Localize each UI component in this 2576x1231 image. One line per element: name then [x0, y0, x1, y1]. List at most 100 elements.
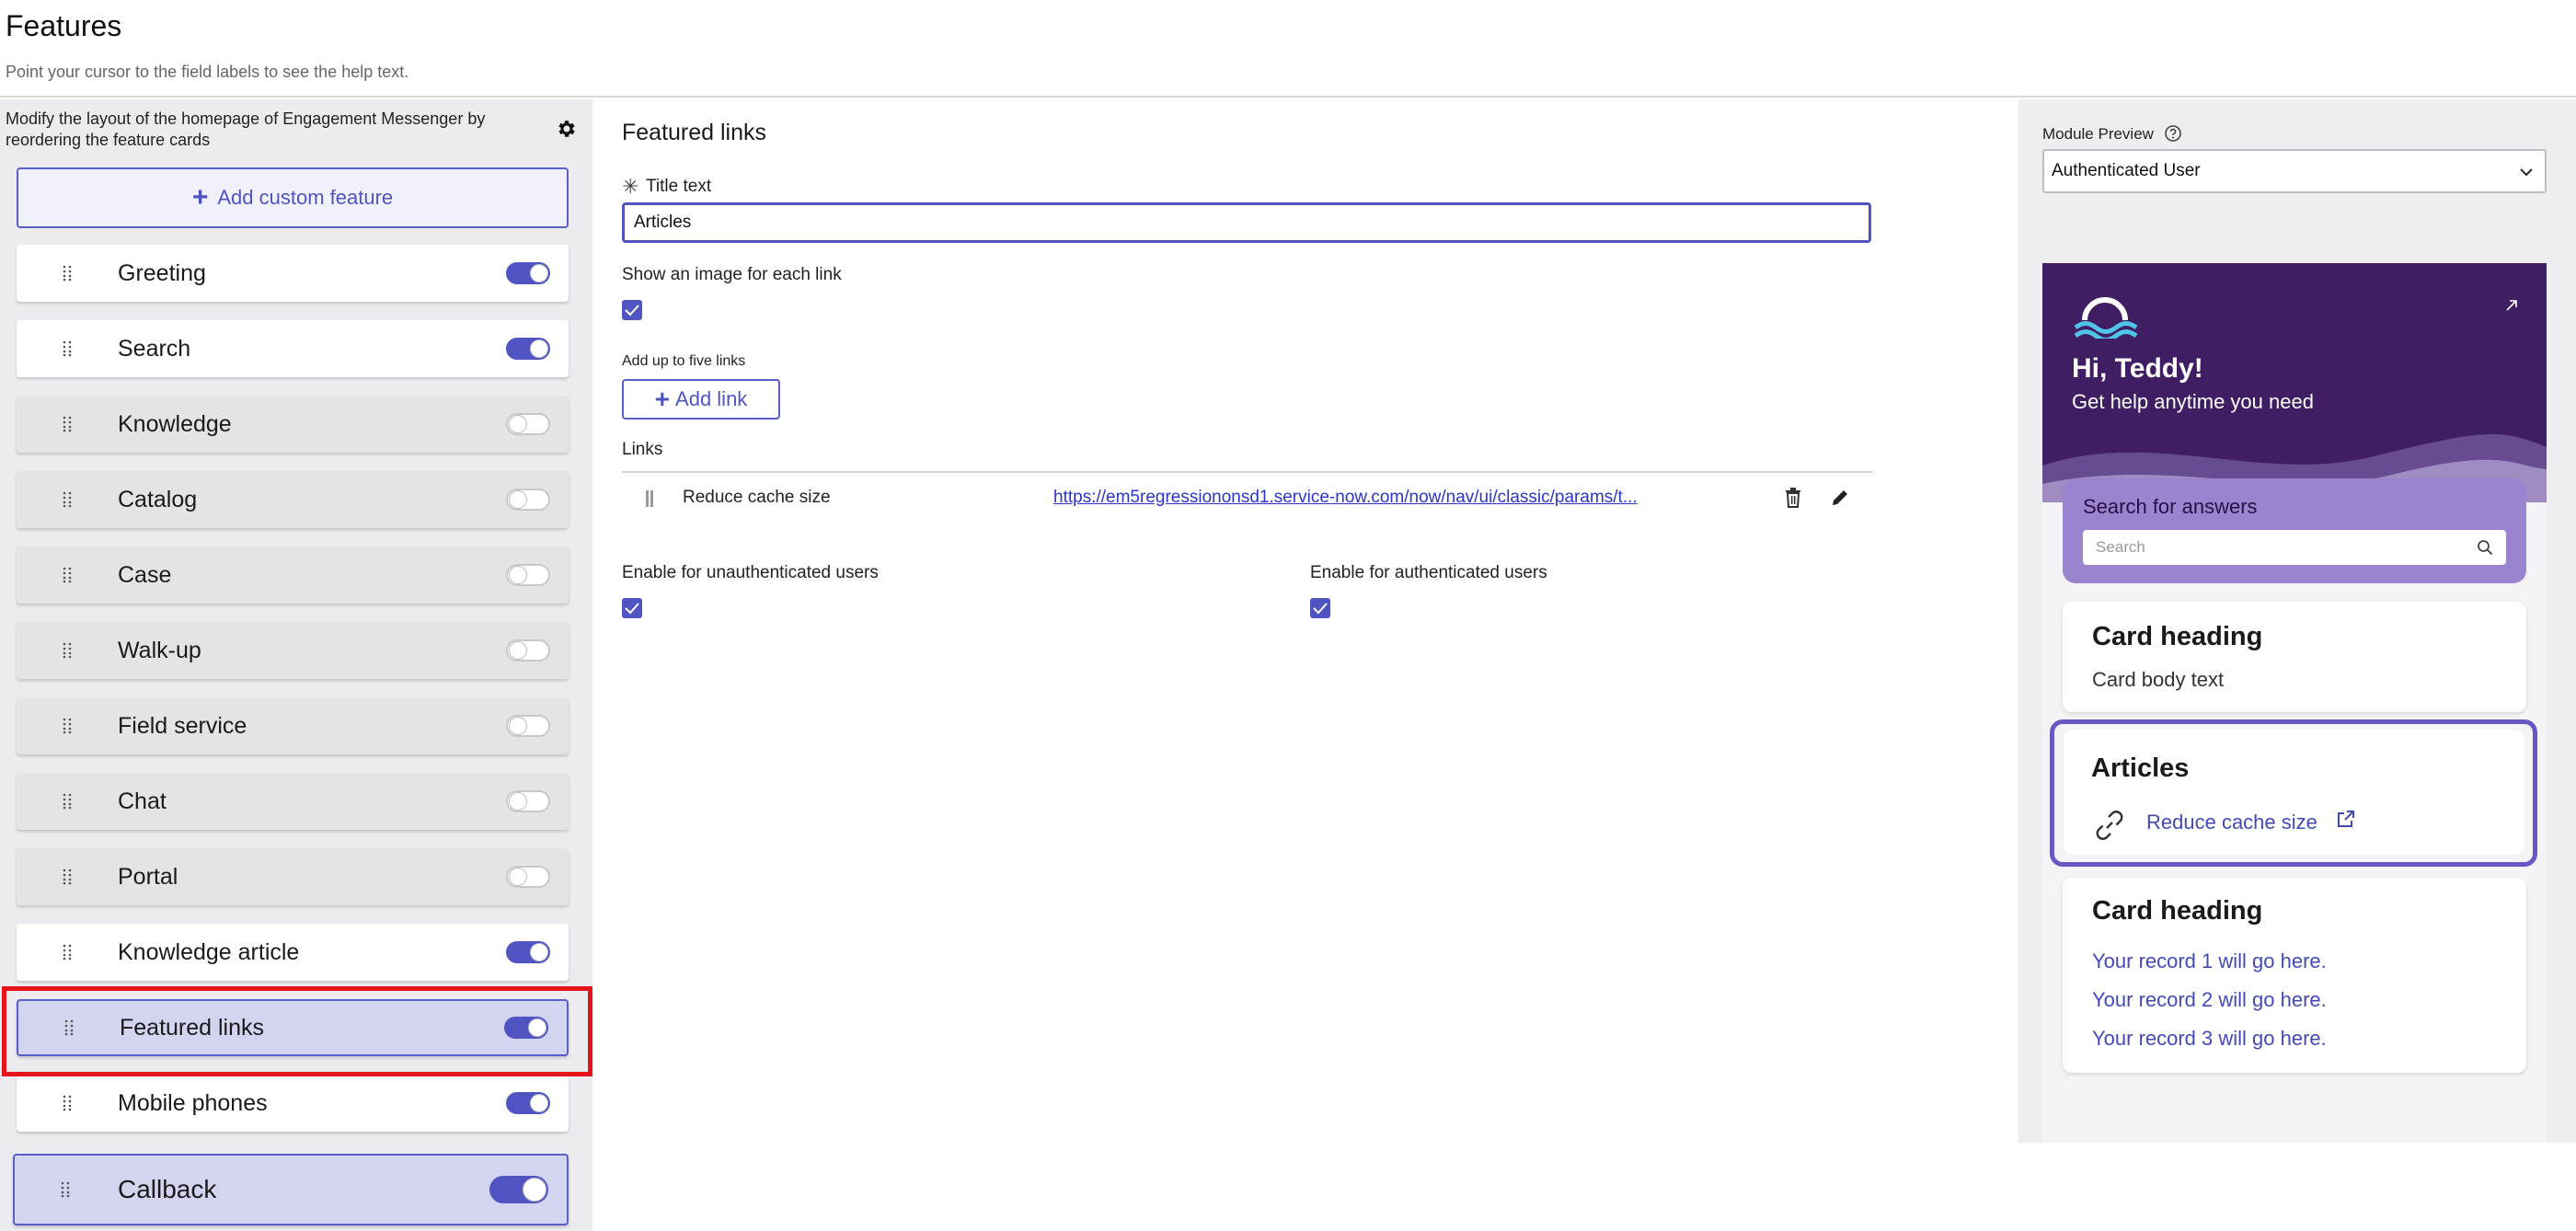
feature-toggle[interactable]: [506, 866, 550, 888]
preview-search-card: Search for answers Search: [2063, 478, 2526, 583]
plus-icon: +: [654, 385, 671, 413]
logo-icon: [2074, 297, 2138, 339]
drag-handle-icon[interactable]: [63, 1095, 74, 1111]
feature-label: Callback: [118, 1175, 217, 1203]
toggle-knob: [509, 868, 527, 886]
preview-hero: Hi, Teddy! Get help anytime you need: [2042, 263, 2547, 502]
feature-toggle[interactable]: [506, 639, 550, 662]
feature-label: Walk-up: [118, 637, 201, 663]
title-text-input[interactable]: [622, 202, 1871, 243]
page-subtitle: Point your cursor to the field labels to…: [6, 63, 409, 81]
drag-handle-icon[interactable]: [63, 718, 74, 734]
toggle-knob: [530, 943, 548, 961]
link-row-url[interactable]: https://em5regressiononsd1.service-now.c…: [1053, 488, 1638, 508]
pencil-icon[interactable]: [1831, 489, 1849, 507]
preview-articles-card: Articles Reduce cache size: [2050, 719, 2537, 867]
show-image-label: Show an image for each link: [622, 265, 842, 284]
toggle-knob: [528, 1018, 546, 1037]
feature-label: Chat: [118, 788, 167, 814]
help-icon[interactable]: [2164, 124, 2182, 143]
feature-card-featured-links[interactable]: Featured links: [17, 999, 569, 1056]
module-preview-panel: Module Preview Authenticated User Hi, Te…: [2018, 99, 2576, 1143]
drag-handle-icon[interactable]: [63, 642, 74, 659]
preview-search-placeholder: Search: [2096, 538, 2145, 556]
preview-record[interactable]: Your record 2 will go here.: [2092, 988, 2327, 1012]
drag-handle-icon[interactable]: [63, 793, 74, 810]
drag-handle-icon[interactable]: [63, 416, 74, 432]
feature-toggle[interactable]: [506, 715, 550, 737]
preview-search-title: Search for answers: [2083, 495, 2258, 518]
drag-handle-icon[interactable]: [63, 869, 74, 885]
feature-toggle[interactable]: [506, 941, 550, 963]
link-row-label: Reduce cache size: [683, 488, 831, 507]
drag-handle-icon[interactable]: [61, 1181, 72, 1198]
drag-handle-icon[interactable]: [64, 1019, 75, 1036]
feature-toggle[interactable]: [506, 790, 550, 812]
add-custom-feature-button[interactable]: + Add custom feature: [17, 167, 569, 228]
add-links-hint: Add up to five links: [622, 353, 746, 369]
module-preview-label: Module Preview: [2042, 125, 2154, 143]
preview-search-input[interactable]: Search: [2083, 530, 2506, 565]
show-image-checkbox[interactable]: [622, 300, 642, 320]
toggle-knob: [509, 641, 527, 660]
plus-icon: +: [191, 182, 209, 213]
user-type-select[interactable]: Authenticated User: [2042, 149, 2547, 193]
toggle-knob: [509, 792, 527, 811]
feature-toggle[interactable]: [506, 1092, 550, 1114]
add-custom-feature-label: Add custom feature: [217, 186, 394, 209]
drag-handle-icon[interactable]: [63, 265, 74, 282]
feature-card-search[interactable]: Search: [17, 320, 569, 377]
feature-card-portal[interactable]: Portal: [17, 848, 569, 905]
feature-card-chat[interactable]: Chat: [17, 773, 569, 830]
preview-article-link[interactable]: Reduce cache size: [2146, 811, 2317, 834]
feature-card-greeting[interactable]: Greeting: [17, 245, 569, 302]
drag-handle-icon[interactable]: [63, 491, 74, 508]
preview-records-heading: Card heading: [2092, 896, 2263, 926]
preview-record[interactable]: Your record 3 will go here.: [2092, 1027, 2327, 1051]
feature-toggle[interactable]: [506, 262, 550, 284]
gear-icon[interactable]: [556, 118, 578, 140]
preview-card: Card heading Card body text: [2063, 602, 2526, 712]
page-header: Features Point your cursor to the field …: [0, 0, 2576, 98]
title-text-label: Title text: [646, 177, 712, 196]
feature-label: Search: [118, 335, 191, 362]
drag-handle-icon[interactable]: [63, 944, 74, 961]
toggle-knob: [509, 490, 527, 509]
feature-toggle[interactable]: [506, 413, 550, 435]
toggle-knob: [509, 415, 527, 433]
feature-card-callback[interactable]: Callback: [13, 1154, 569, 1225]
preview-articles-inner: Articles Reduce cache size: [2064, 730, 2524, 855]
chevron-down-icon: [2520, 168, 2533, 177]
feature-card-knowledge[interactable]: Knowledge: [17, 396, 569, 453]
expand-icon[interactable]: [2504, 298, 2519, 313]
required-icon: ✳: [622, 175, 639, 198]
feature-toggle[interactable]: [506, 564, 550, 586]
trash-icon[interactable]: [1785, 488, 1801, 508]
add-link-label: Add link: [675, 387, 748, 410]
links-divider: [622, 471, 1873, 473]
feature-card-walk-up[interactable]: Walk-up: [17, 622, 569, 679]
preview-records-card: Card heading Your record 1 will go here.…: [2063, 878, 2526, 1073]
external-link-icon: [2338, 811, 2354, 827]
sidebar-description: Modify the layout of the homepage of Eng…: [6, 109, 486, 149]
drag-handle-icon[interactable]: [63, 567, 74, 583]
add-link-button[interactable]: + Add link: [622, 379, 780, 420]
unauth-users-checkbox[interactable]: [622, 598, 642, 618]
feature-sidebar: Modify the layout of the homepage of Eng…: [0, 99, 592, 1231]
auth-users-checkbox[interactable]: [1310, 598, 1330, 618]
drag-handle-icon[interactable]: [646, 490, 653, 507]
feature-toggle[interactable]: [504, 1017, 548, 1039]
editor-title: Featured links: [622, 120, 767, 145]
feature-toggle[interactable]: [506, 338, 550, 360]
preview-record[interactable]: Your record 1 will go here.: [2092, 949, 2327, 973]
feature-toggle[interactable]: [506, 489, 550, 511]
feature-toggle[interactable]: [489, 1176, 548, 1203]
feature-card-knowledge-article[interactable]: Knowledge article: [17, 924, 569, 981]
feature-card-case[interactable]: Case: [17, 546, 569, 604]
feature-card-mobile-phones[interactable]: Mobile phones: [17, 1075, 569, 1132]
drag-handle-icon[interactable]: [63, 340, 74, 357]
feature-card-catalog[interactable]: Catalog: [17, 471, 569, 528]
auth-users-label: Enable for authenticated users: [1310, 563, 1547, 582]
feature-card-field-service[interactable]: Field service: [17, 697, 569, 754]
preview-articles-heading: Articles: [2091, 754, 2190, 783]
